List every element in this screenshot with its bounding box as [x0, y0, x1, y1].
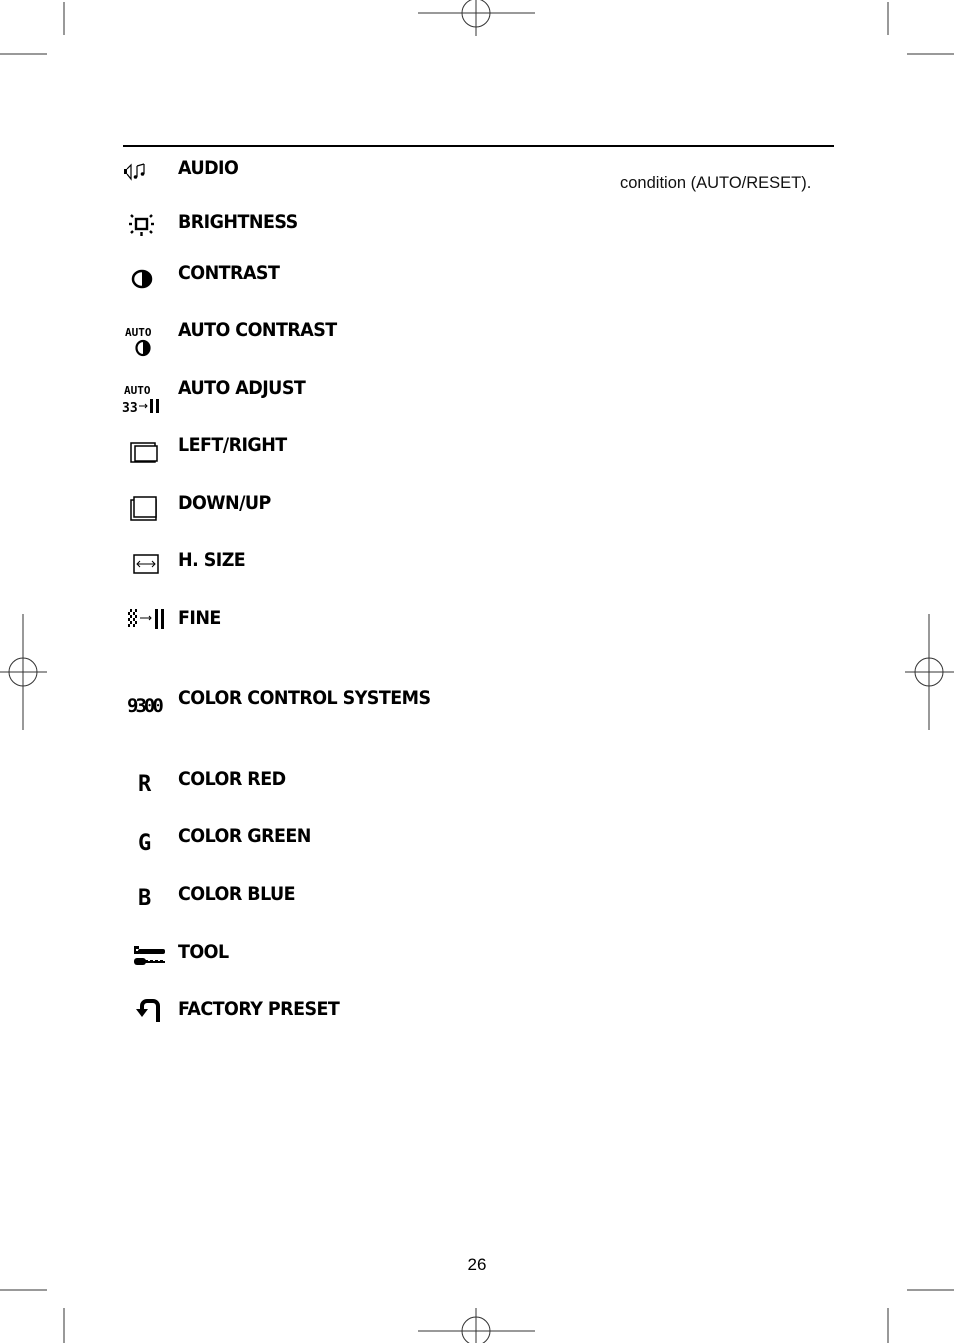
- audio-icon: [120, 157, 172, 197]
- menu-item-audio: AUDIO: [120, 157, 560, 197]
- tool-icon: [120, 940, 172, 980]
- svg-text:R: R: [138, 772, 152, 797]
- auto-contrast-icon: AUTO: [120, 318, 172, 358]
- menu-item-label: LEFT/RIGHT: [178, 434, 287, 456]
- menu-item-down-up: DOWN/UP: [120, 491, 560, 531]
- menu-item-label: COLOR CONTROL SYSTEMS: [178, 687, 431, 709]
- menu-item-color-control-systems: 9300 COLOR CONTROL SYSTEMS: [120, 686, 560, 726]
- page-number: 26: [467, 1255, 487, 1274]
- menu-item-label: FACTORY PRESET: [178, 998, 340, 1020]
- menu-item-left-right: LEFT/RIGHT: [120, 433, 560, 473]
- menu-item-label: TOOL: [178, 941, 229, 963]
- menu-item-label: BRIGHTNESS: [178, 211, 298, 233]
- menu-item-color-red: R COLOR RED: [120, 767, 560, 807]
- color-green-icon: G: [120, 824, 172, 864]
- menu-item-auto-contrast: AUTO AUTO CONTRAST: [120, 318, 560, 358]
- menu-item-label: COLOR RED: [178, 768, 286, 790]
- registration-marks: [0, 0, 954, 1343]
- menu-item-brightness: BRIGHTNESS: [120, 209, 560, 249]
- color-blue-icon: B: [120, 882, 172, 922]
- continued-text: condition (AUTO/RESET).: [620, 174, 812, 192]
- color-red-icon: R: [120, 767, 172, 807]
- menu-item-label: CONTRAST: [178, 262, 280, 284]
- menu-item-fine: FINE: [120, 606, 560, 646]
- menu-item-tool: TOOL: [120, 940, 560, 980]
- menu-item-label: COLOR GREEN: [178, 825, 311, 847]
- svg-text:B: B: [138, 886, 151, 911]
- menu-item-h-size: H. SIZE: [120, 548, 560, 588]
- menu-item-label: DOWN/UP: [178, 492, 271, 514]
- menu-item-factory-preset: FACTORY PRESET: [120, 997, 560, 1037]
- registration-target-right: [905, 614, 954, 730]
- fine-icon: [120, 606, 172, 646]
- down-up-position-icon: [120, 491, 172, 531]
- h-size-icon: [120, 548, 172, 588]
- left-right-position-icon: [120, 433, 172, 473]
- auto-adjust-icon: AUTO 33: [120, 376, 172, 416]
- menu-item-label: FINE: [178, 607, 221, 629]
- auto-icon-text: AUTO: [125, 326, 152, 339]
- menu-item-label: COLOR BLUE: [178, 883, 296, 905]
- menu-item-color-blue: B COLOR BLUE: [120, 882, 560, 922]
- registration-target-bottom: [418, 1308, 535, 1343]
- menu-item-label: AUTO CONTRAST: [178, 319, 337, 341]
- menu-item-label: H. SIZE: [178, 549, 246, 571]
- menu-item-label: AUDIO: [178, 157, 239, 179]
- registration-target-left: [0, 614, 47, 730]
- registration-target-top: [418, 0, 535, 36]
- factory-preset-icon: [120, 997, 172, 1037]
- brightness-icon: [120, 209, 172, 249]
- menu-item-color-green: G COLOR GREEN: [120, 824, 560, 864]
- header-rule: [123, 145, 834, 147]
- menu-item-label: AUTO ADJUST: [178, 377, 306, 399]
- svg-text:9300: 9300: [127, 695, 163, 717]
- svg-text:33: 33: [122, 401, 138, 416]
- contrast-icon: [120, 262, 172, 302]
- svg-text:G: G: [138, 831, 151, 856]
- auto-icon-text: AUTO: [124, 384, 151, 397]
- menu-item-auto-adjust: AUTO 33 AUTO ADJUST: [120, 376, 560, 416]
- menu-item-contrast: CONTRAST: [120, 262, 560, 302]
- color-temperature-9300-icon: 9300: [120, 686, 172, 726]
